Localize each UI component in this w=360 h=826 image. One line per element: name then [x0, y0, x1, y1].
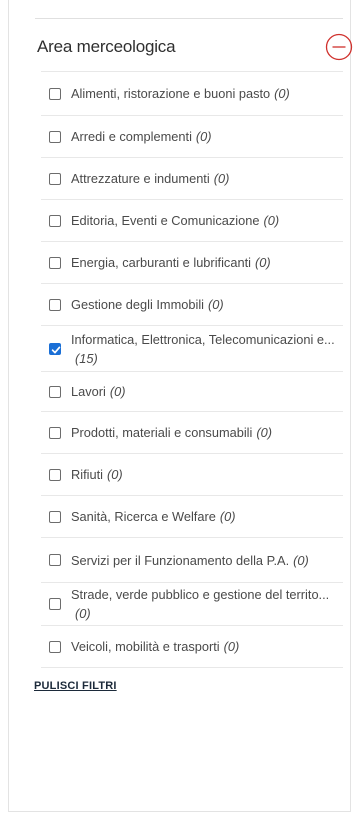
- checkbox[interactable]: [49, 426, 61, 439]
- option-sanita[interactable]: Sanità, Ricerca e Welfare (0): [41, 496, 343, 538]
- checkbox[interactable]: [49, 468, 61, 481]
- option-strade[interactable]: Strade, verde pubblico e gestione del te…: [41, 583, 343, 626]
- option-alimenti[interactable]: Alimenti, ristorazione e buoni pasto (0): [41, 72, 343, 116]
- option-label: Attrezzature e indumenti (0): [71, 171, 230, 186]
- checkbox[interactable]: [49, 640, 61, 653]
- checkbox[interactable]: [49, 256, 61, 269]
- checkbox[interactable]: [49, 214, 61, 227]
- option-label: Prodotti, materiali e consumabili (0): [71, 425, 273, 440]
- option-list: Alimenti, ristorazione e buoni pasto (0) …: [41, 71, 343, 668]
- option-prodotti[interactable]: Prodotti, materiali e consumabili (0): [41, 412, 343, 454]
- checkbox[interactable]: [49, 510, 61, 523]
- option-servizi[interactable]: Servizi per il Funzionamento della P.A.(…: [41, 538, 343, 583]
- option-label: Servizi per il Funzionamento della P.A.(…: [71, 552, 309, 568]
- option-label: Sanità, Ricerca e Welfare (0): [71, 509, 236, 524]
- minus-circle-icon[interactable]: [325, 33, 353, 61]
- option-label: Arredi e complementi (0): [71, 129, 212, 144]
- option-label: Veicoli, mobilità e trasporti (0): [71, 639, 240, 654]
- checkbox[interactable]: [49, 87, 61, 100]
- option-label: Rifiuti (0): [71, 467, 123, 482]
- option-lavori[interactable]: Lavori (0): [41, 372, 343, 412]
- filter-panel: Area merceologica Alimenti, ristorazione…: [8, 0, 353, 812]
- checkbox[interactable]: [49, 130, 61, 143]
- checkbox[interactable]: [49, 172, 61, 185]
- option-informatica[interactable]: Informatica, Elettronica, Telecomunicazi…: [41, 326, 343, 372]
- clear-filters-link[interactable]: PULISCI FILTRI: [34, 680, 117, 692]
- option-label: Editoria, Eventi e Comunicazione (0): [71, 213, 280, 228]
- option-arredi[interactable]: Arredi e complementi (0): [41, 116, 343, 158]
- option-label: Gestione degli Immobili (0): [71, 297, 224, 312]
- divider: [35, 18, 343, 19]
- option-label: Alimenti, ristorazione e buoni pasto (0): [71, 86, 290, 101]
- checkbox[interactable]: [49, 298, 61, 311]
- checkbox-checked[interactable]: [49, 342, 61, 355]
- checkbox[interactable]: [49, 385, 61, 398]
- check-icon: [51, 346, 61, 353]
- option-attrezzature[interactable]: Attrezzature e indumenti (0): [41, 158, 343, 200]
- filter-title: Area merceologica: [37, 37, 176, 56]
- option-label: Energia, carburanti e lubrificanti (0): [71, 255, 271, 270]
- checkbox[interactable]: [49, 598, 61, 610]
- option-gestione-immobili[interactable]: Gestione degli Immobili (0): [41, 284, 343, 326]
- option-label: Informatica, Elettronica, Telecomunicazi…: [71, 331, 335, 366]
- option-energia[interactable]: Energia, carburanti e lubrificanti (0): [41, 242, 343, 284]
- option-rifiuti[interactable]: Rifiuti (0): [41, 454, 343, 496]
- option-label: Lavori (0): [71, 384, 126, 399]
- option-editoria[interactable]: Editoria, Eventi e Comunicazione (0): [41, 200, 343, 242]
- option-label: Strade, verde pubblico e gestione del te…: [71, 587, 330, 621]
- option-veicoli[interactable]: Veicoli, mobilità e trasporti (0): [41, 626, 343, 668]
- checkbox[interactable]: [49, 554, 61, 566]
